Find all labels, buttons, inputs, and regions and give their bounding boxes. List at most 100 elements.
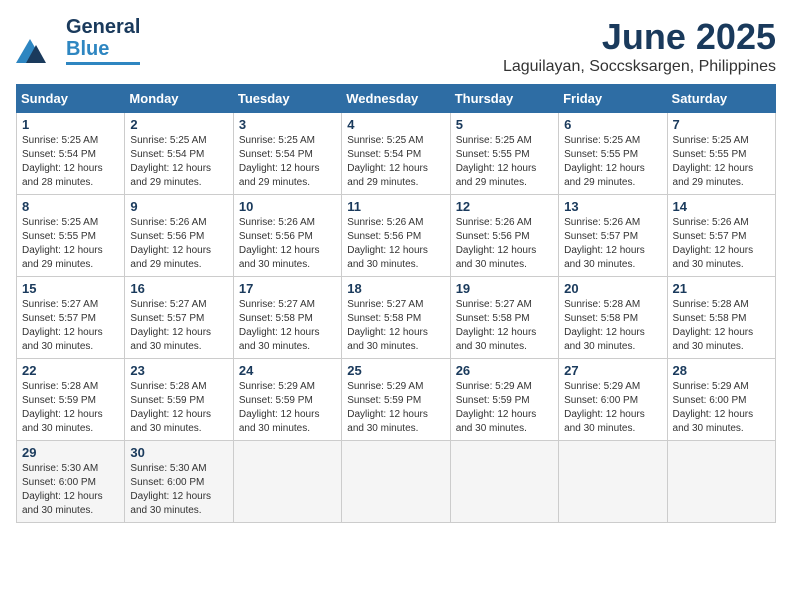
day-number: 17 bbox=[239, 281, 336, 296]
calendar-cell: 4 Sunrise: 5:25 AM Sunset: 5:54 PM Daylig… bbox=[342, 113, 450, 195]
calendar-cell: 22 Sunrise: 5:28 AM Sunset: 5:59 PM Dayli… bbox=[17, 359, 125, 441]
day-info: Sunrise: 5:28 AM Sunset: 5:58 PM Dayligh… bbox=[564, 298, 661, 354]
day-number: 10 bbox=[239, 199, 336, 214]
day-info: Sunrise: 5:26 AM Sunset: 5:56 PM Dayligh… bbox=[239, 216, 336, 272]
calendar-cell: 14Sunrise: 5:26 AM Sunset: 5:57 PM Dayli… bbox=[667, 195, 775, 277]
day-number: 25 bbox=[347, 363, 444, 378]
day-info: Sunrise: 5:29 AM Sunset: 5:59 PM Dayligh… bbox=[456, 380, 553, 436]
location-title: Laguilayan, Soccsksargen, Philippines bbox=[503, 58, 776, 76]
day-info: Sunrise: 5:25 AM Sunset: 5:54 PM Dayligh… bbox=[130, 134, 227, 190]
day-number: 24 bbox=[239, 363, 336, 378]
day-info: Sunrise: 5:25 AM Sunset: 5:54 PM Dayligh… bbox=[347, 134, 444, 190]
calendar-week-2: 8 Sunrise: 5:25 AM Sunset: 5:55 PM Daylig… bbox=[17, 195, 776, 277]
calendar-cell: 6 Sunrise: 5:25 AM Sunset: 5:55 PM Daylig… bbox=[559, 113, 667, 195]
day-info: Sunrise: 5:27 AM Sunset: 5:58 PM Dayligh… bbox=[239, 298, 336, 354]
day-number: 6 bbox=[564, 117, 661, 132]
day-number: 3 bbox=[239, 117, 336, 132]
day-number: 27 bbox=[564, 363, 661, 378]
calendar-cell: 13Sunrise: 5:26 AM Sunset: 5:57 PM Dayli… bbox=[559, 195, 667, 277]
calendar-cell: 27 Sunrise: 5:29 AM Sunset: 6:00 PM Dayli… bbox=[559, 359, 667, 441]
title-area: June 2025 Laguilayan, Soccsksargen, Phil… bbox=[503, 16, 776, 76]
day-number: 2 bbox=[130, 117, 227, 132]
calendar-cell: 10 Sunrise: 5:26 AM Sunset: 5:56 PM Dayli… bbox=[233, 195, 341, 277]
calendar-cell: 11 Sunrise: 5:26 AM Sunset: 5:56 PM Dayli… bbox=[342, 195, 450, 277]
calendar-cell: 25 Sunrise: 5:29 AM Sunset: 5:59 PM Dayli… bbox=[342, 359, 450, 441]
day-number: 20 bbox=[564, 281, 661, 296]
calendar: SundayMondayTuesdayWednesdayThursdayFrid… bbox=[16, 84, 776, 523]
calendar-cell bbox=[233, 441, 341, 523]
day-number: 11 bbox=[347, 199, 444, 214]
calendar-cell bbox=[559, 441, 667, 523]
day-number: 15 bbox=[22, 281, 119, 296]
day-number: 30 bbox=[130, 445, 227, 460]
month-title: June 2025 bbox=[503, 16, 776, 58]
day-number: 19 bbox=[456, 281, 553, 296]
calendar-cell: 12Sunrise: 5:26 AM Sunset: 5:56 PM Dayli… bbox=[450, 195, 558, 277]
day-info: Sunrise: 5:29 AM Sunset: 5:59 PM Dayligh… bbox=[347, 380, 444, 436]
day-number: 7 bbox=[673, 117, 770, 132]
day-number: 16 bbox=[130, 281, 227, 296]
day-number: 5 bbox=[456, 117, 553, 132]
calendar-cell: 7 Sunrise: 5:25 AM Sunset: 5:55 PM Daylig… bbox=[667, 113, 775, 195]
day-number: 4 bbox=[347, 117, 444, 132]
day-info: Sunrise: 5:26 AM Sunset: 5:56 PM Dayligh… bbox=[456, 216, 553, 272]
weekday-header-friday: Friday bbox=[559, 85, 667, 113]
calendar-cell: 8 Sunrise: 5:25 AM Sunset: 5:55 PM Daylig… bbox=[17, 195, 125, 277]
day-info: Sunrise: 5:25 AM Sunset: 5:55 PM Dayligh… bbox=[22, 216, 119, 272]
calendar-cell: 28 Sunrise: 5:29 AM Sunset: 6:00 PM Dayli… bbox=[667, 359, 775, 441]
day-info: Sunrise: 5:26 AM Sunset: 5:56 PM Dayligh… bbox=[130, 216, 227, 272]
calendar-cell bbox=[667, 441, 775, 523]
calendar-header-row: SundayMondayTuesdayWednesdayThursdayFrid… bbox=[17, 85, 776, 113]
day-number: 18 bbox=[347, 281, 444, 296]
day-number: 22 bbox=[22, 363, 119, 378]
calendar-cell: 20 Sunrise: 5:28 AM Sunset: 5:58 PM Dayli… bbox=[559, 277, 667, 359]
day-info: Sunrise: 5:29 AM Sunset: 6:00 PM Dayligh… bbox=[564, 380, 661, 436]
day-info: Sunrise: 5:28 AM Sunset: 5:58 PM Dayligh… bbox=[673, 298, 770, 354]
calendar-cell: 16 Sunrise: 5:27 AM Sunset: 5:57 PM Dayli… bbox=[125, 277, 233, 359]
day-number: 21 bbox=[673, 281, 770, 296]
header: General Blue June 2025 Laguilayan, Soccs… bbox=[16, 16, 776, 76]
day-info: Sunrise: 5:27 AM Sunset: 5:58 PM Dayligh… bbox=[347, 298, 444, 354]
calendar-cell: 15 Sunrise: 5:27 AM Sunset: 5:57 PM Dayli… bbox=[17, 277, 125, 359]
day-number: 23 bbox=[130, 363, 227, 378]
day-number: 8 bbox=[22, 199, 119, 214]
calendar-cell bbox=[342, 441, 450, 523]
day-info: Sunrise: 5:28 AM Sunset: 5:59 PM Dayligh… bbox=[22, 380, 119, 436]
logo-text-blue: Blue bbox=[66, 38, 109, 60]
weekday-header-sunday: Sunday bbox=[17, 85, 125, 113]
calendar-cell: 26 Sunrise: 5:29 AM Sunset: 5:59 PM Dayli… bbox=[450, 359, 558, 441]
calendar-cell: 1Sunrise: 5:25 AM Sunset: 5:54 PM Daylig… bbox=[17, 113, 125, 195]
calendar-cell: 17 Sunrise: 5:27 AM Sunset: 5:58 PM Dayli… bbox=[233, 277, 341, 359]
day-info: Sunrise: 5:29 AM Sunset: 5:59 PM Dayligh… bbox=[239, 380, 336, 436]
weekday-header-thursday: Thursday bbox=[450, 85, 558, 113]
logo-text-general: General bbox=[66, 16, 140, 38]
logo: General Blue bbox=[16, 16, 140, 65]
day-info: Sunrise: 5:29 AM Sunset: 6:00 PM Dayligh… bbox=[673, 380, 770, 436]
calendar-cell: 3Sunrise: 5:25 AM Sunset: 5:54 PM Daylig… bbox=[233, 113, 341, 195]
day-info: Sunrise: 5:25 AM Sunset: 5:55 PM Dayligh… bbox=[564, 134, 661, 190]
weekday-header-saturday: Saturday bbox=[667, 85, 775, 113]
day-info: Sunrise: 5:25 AM Sunset: 5:55 PM Dayligh… bbox=[673, 134, 770, 190]
day-info: Sunrise: 5:26 AM Sunset: 5:57 PM Dayligh… bbox=[673, 216, 770, 272]
weekday-header-tuesday: Tuesday bbox=[233, 85, 341, 113]
calendar-cell: 2 Sunrise: 5:25 AM Sunset: 5:54 PM Daylig… bbox=[125, 113, 233, 195]
calendar-cell: 19 Sunrise: 5:27 AM Sunset: 5:58 PM Dayli… bbox=[450, 277, 558, 359]
calendar-cell: 30 Sunrise: 5:30 AM Sunset: 6:00 PM Dayli… bbox=[125, 441, 233, 523]
day-info: Sunrise: 5:30 AM Sunset: 6:00 PM Dayligh… bbox=[130, 462, 227, 518]
day-number: 26 bbox=[456, 363, 553, 378]
weekday-header-monday: Monday bbox=[125, 85, 233, 113]
day-info: Sunrise: 5:26 AM Sunset: 5:56 PM Dayligh… bbox=[347, 216, 444, 272]
calendar-week-4: 22 Sunrise: 5:28 AM Sunset: 5:59 PM Dayli… bbox=[17, 359, 776, 441]
day-info: Sunrise: 5:27 AM Sunset: 5:57 PM Dayligh… bbox=[130, 298, 227, 354]
day-info: Sunrise: 5:26 AM Sunset: 5:57 PM Dayligh… bbox=[564, 216, 661, 272]
calendar-cell: 29Sunrise: 5:30 AM Sunset: 6:00 PM Dayli… bbox=[17, 441, 125, 523]
calendar-week-3: 15 Sunrise: 5:27 AM Sunset: 5:57 PM Dayli… bbox=[17, 277, 776, 359]
calendar-cell: 21 Sunrise: 5:28 AM Sunset: 5:58 PM Dayli… bbox=[667, 277, 775, 359]
day-info: Sunrise: 5:27 AM Sunset: 5:57 PM Dayligh… bbox=[22, 298, 119, 354]
day-info: Sunrise: 5:25 AM Sunset: 5:55 PM Dayligh… bbox=[456, 134, 553, 190]
calendar-cell: 24 Sunrise: 5:29 AM Sunset: 5:59 PM Dayli… bbox=[233, 359, 341, 441]
day-info: Sunrise: 5:30 AM Sunset: 6:00 PM Dayligh… bbox=[22, 462, 119, 518]
calendar-week-5: 29Sunrise: 5:30 AM Sunset: 6:00 PM Dayli… bbox=[17, 441, 776, 523]
day-info: Sunrise: 5:27 AM Sunset: 5:58 PM Dayligh… bbox=[456, 298, 553, 354]
day-number: 28 bbox=[673, 363, 770, 378]
